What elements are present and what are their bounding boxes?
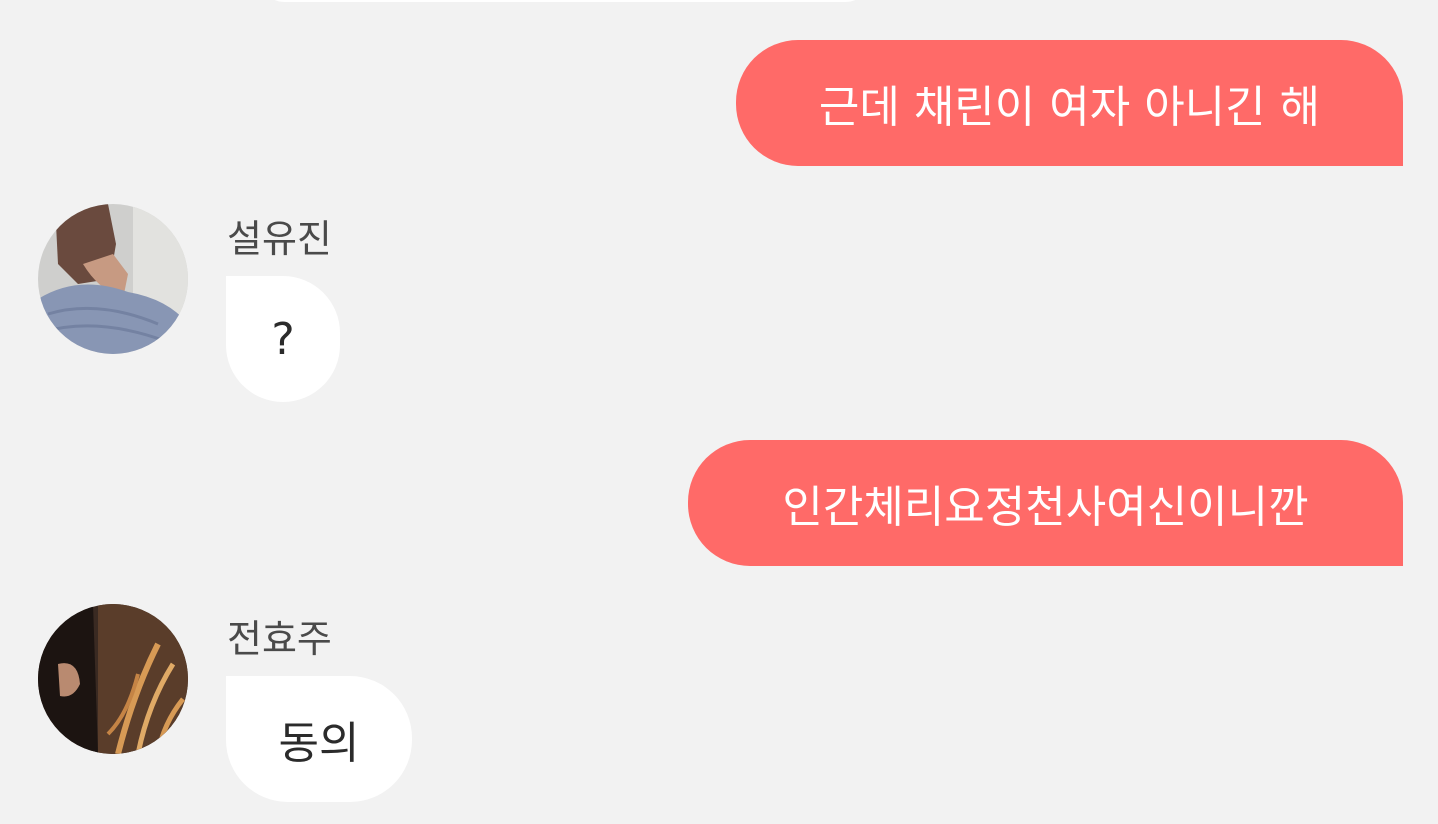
person-sweater-avatar <box>38 204 188 354</box>
message-text: 인간체리요정천사여신이니깐 <box>782 482 1309 533</box>
message-text: 근데 채린이 여자 아니긴 해 <box>818 82 1321 133</box>
sender-name: 전효주 <box>227 617 332 661</box>
sender-avatar[interactable] <box>38 604 188 754</box>
sender-name: 설유진 <box>227 217 332 261</box>
person-hair-avatar <box>38 604 188 754</box>
chat-message-list[interactable]: 근데 채린이 여자 아니긴 해 설유진 ? 인간체리요정천사여신이니깐 전효주 … <box>0 0 1438 824</box>
outgoing-message-bubble[interactable]: 근데 채린이 여자 아니긴 해 <box>736 40 1403 166</box>
previous-message-bubble <box>262 0 868 2</box>
incoming-message-bubble[interactable]: 동의 <box>226 676 412 802</box>
sender-avatar[interactable] <box>38 204 188 354</box>
incoming-message-bubble[interactable]: ? <box>226 276 340 402</box>
message-text: 동의 <box>278 718 360 769</box>
message-text: ? <box>271 313 295 365</box>
outgoing-message-bubble[interactable]: 인간체리요정천사여신이니깐 <box>688 440 1403 566</box>
